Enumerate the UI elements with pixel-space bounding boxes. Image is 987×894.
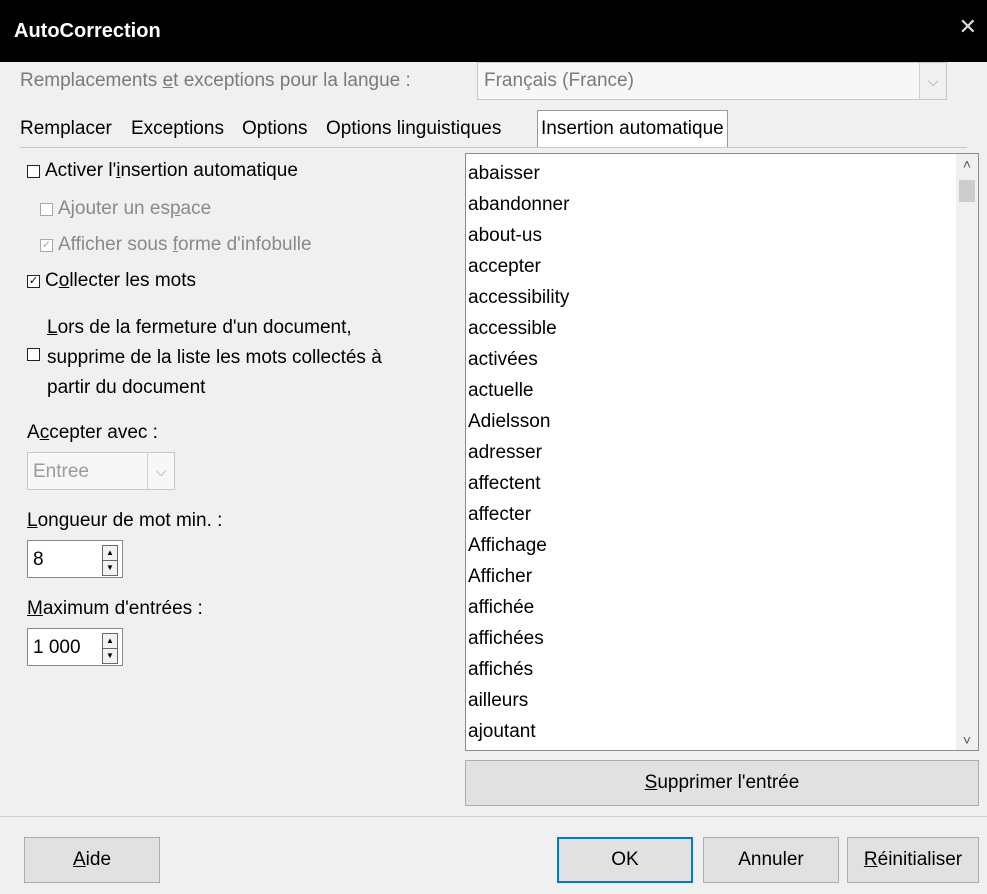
- accept-with-value: Entree: [33, 461, 89, 482]
- scroll-down-icon[interactable]: ˅: [956, 732, 978, 748]
- activate-autoinsert-label: Activer l'insertion automatique: [45, 160, 298, 181]
- list-item[interactable]: affichée: [468, 592, 569, 623]
- chevron-down-icon[interactable]: ⌵: [147, 453, 174, 489]
- show-tooltip-label: Afficher sous forme d'infobulle: [58, 234, 312, 255]
- window-title: AutoCorrection: [14, 20, 161, 42]
- activate-autoinsert-checkbox[interactable]: [27, 164, 40, 178]
- list-item[interactable]: activées: [468, 344, 569, 375]
- ok-button[interactable]: OK: [557, 837, 693, 883]
- list-item[interactable]: accepter: [468, 251, 569, 282]
- accept-with-select[interactable]: Entree ⌵: [27, 452, 175, 490]
- list-item[interactable]: ailleurs: [468, 685, 569, 716]
- min-length-spinbox[interactable]: 8 ▲ ▼: [27, 540, 123, 578]
- list-item[interactable]: abaisser: [468, 158, 569, 189]
- collect-words-checkbox[interactable]: ✓: [27, 274, 40, 288]
- list-item[interactable]: adresser: [468, 437, 569, 468]
- tab-options[interactable]: Options: [242, 118, 307, 140]
- accept-with-label: Accepter avec :: [27, 422, 158, 443]
- list-item[interactable]: affichées: [468, 623, 569, 654]
- max-entries-label: Maximum d'entrées :: [27, 598, 203, 619]
- list-item[interactable]: affichés: [468, 654, 569, 685]
- show-tooltip-option[interactable]: ✓ Afficher sous forme d'infobulle: [40, 234, 312, 256]
- spin-down-icon[interactable]: ▼: [102, 648, 118, 664]
- max-entries-value: 1 000: [33, 637, 81, 658]
- reset-button[interactable]: Réinitialiser: [847, 837, 979, 883]
- language-label: Remplacements et exceptions pour la lang…: [20, 70, 411, 91]
- language-select[interactable]: Français (France) ⌵: [477, 62, 947, 100]
- list-item[interactable]: accessible: [468, 313, 569, 344]
- delete-entry-button[interactable]: Supprimer l'entrée: [465, 760, 979, 806]
- tab-options-linguistiques[interactable]: Options linguistiques: [326, 118, 501, 140]
- add-space-checkbox[interactable]: [40, 202, 53, 216]
- footer-separator: [0, 816, 987, 817]
- list-item[interactable]: accessibility: [468, 282, 569, 313]
- show-tooltip-checkbox[interactable]: ✓: [40, 238, 53, 252]
- title-bar: AutoCorrection ✕: [0, 0, 987, 62]
- spin-up-icon[interactable]: ▲: [102, 545, 118, 561]
- cancel-button[interactable]: Annuler: [703, 837, 839, 883]
- add-space-option[interactable]: Ajouter un espace: [40, 198, 211, 220]
- scrollbar-thumb[interactable]: [959, 180, 975, 202]
- word-list-scrollbar[interactable]: ˄ ˅: [956, 154, 978, 750]
- list-item[interactable]: actuelle: [468, 375, 569, 406]
- list-item[interactable]: ajoutant: [468, 716, 569, 747]
- language-value: Français (France): [484, 70, 634, 91]
- list-item[interactable]: affectent: [468, 468, 569, 499]
- remove-on-close-checkbox[interactable]: [27, 348, 40, 361]
- word-list[interactable]: abaisser abandonner about-us accepter ac…: [465, 153, 979, 751]
- list-item[interactable]: Affichage: [468, 530, 569, 561]
- list-item[interactable]: Afficher: [468, 561, 569, 592]
- list-item[interactable]: about-us: [468, 220, 569, 251]
- tab-divider: [20, 147, 967, 148]
- spin-down-icon[interactable]: ▼: [102, 560, 118, 576]
- help-button[interactable]: Aide: [24, 837, 160, 883]
- close-icon[interactable]: ✕: [959, 14, 977, 40]
- spin-up-icon[interactable]: ▲: [102, 633, 118, 649]
- min-length-label: Longueur de mot min. :: [27, 510, 223, 531]
- collect-words-label: Collecter les mots: [45, 270, 197, 291]
- add-space-label: Ajouter un espace: [58, 198, 212, 219]
- chevron-down-icon[interactable]: ⌵: [919, 63, 946, 99]
- activate-autoinsert-option[interactable]: Activer l'insertion automatique: [27, 160, 298, 182]
- scroll-up-icon[interactable]: ˄: [956, 156, 978, 172]
- collect-words-option[interactable]: ✓ Collecter les mots: [27, 270, 196, 292]
- min-length-value: 8: [33, 549, 44, 570]
- tab-exceptions[interactable]: Exceptions: [131, 118, 224, 140]
- tab-insertion-automatique[interactable]: Insertion automatique: [537, 110, 728, 148]
- max-entries-spinbox[interactable]: 1 000 ▲ ▼: [27, 628, 123, 666]
- tab-remplacer[interactable]: Remplacer: [20, 118, 112, 140]
- list-item[interactable]: Adielsson: [468, 406, 569, 437]
- list-item[interactable]: affecter: [468, 499, 569, 530]
- remove-on-close-label: Lors de la fermeture d'un document, supp…: [47, 317, 382, 398]
- list-item[interactable]: abandonner: [468, 189, 569, 220]
